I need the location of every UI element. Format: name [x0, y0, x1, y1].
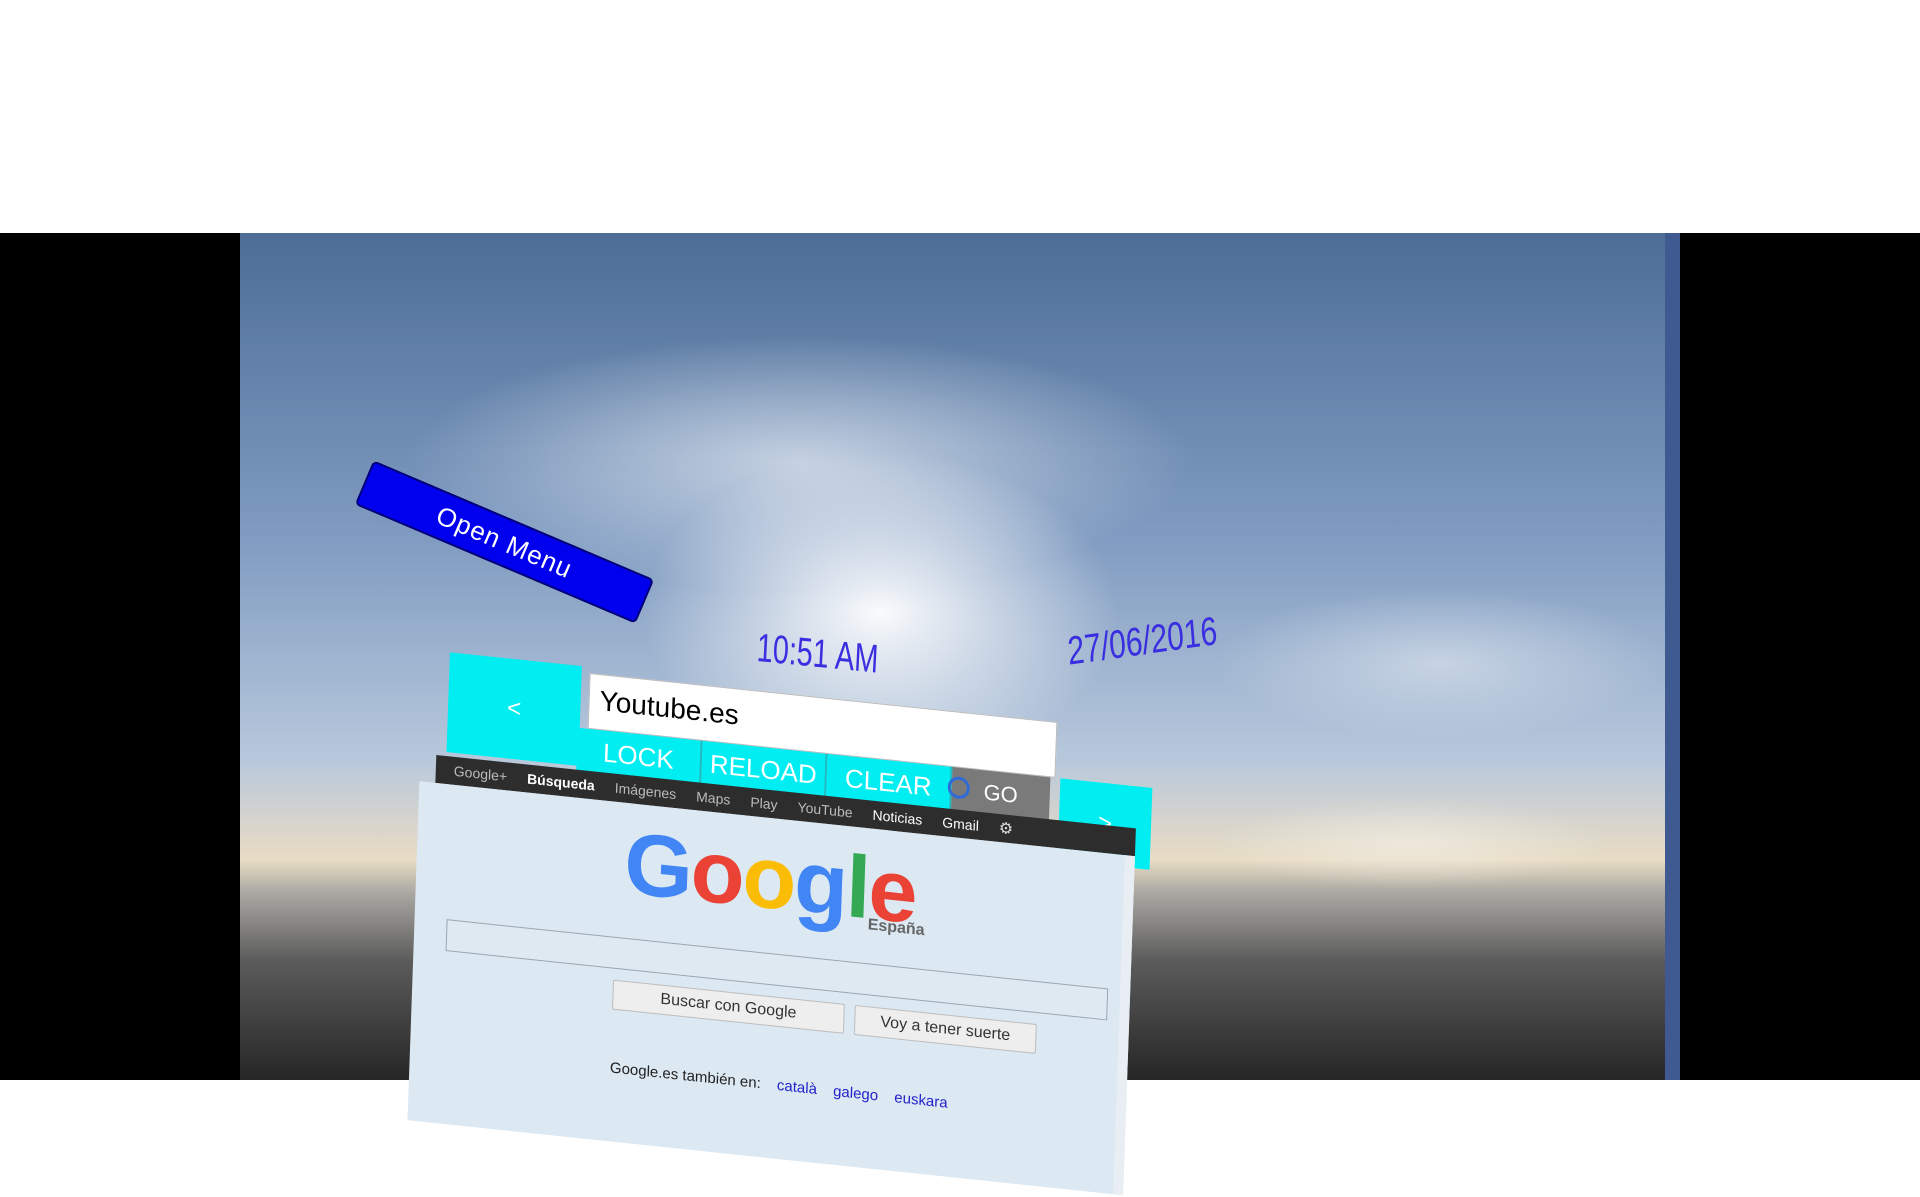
languages-line: Google.es también en: català galego eusk… — [610, 1059, 948, 1111]
gbar-item-images[interactable]: Imágenes — [614, 780, 676, 802]
gbar-item-gmail[interactable]: Gmail — [942, 814, 979, 834]
language-link-galician[interactable]: galego — [833, 1083, 879, 1105]
gbar-item-play[interactable]: Play — [750, 794, 778, 813]
gaze-cursor-icon — [947, 775, 971, 800]
gear-icon[interactable]: ⚙ — [998, 818, 1014, 839]
gbar-item-search[interactable]: Búsqueda — [527, 771, 595, 794]
gbar-item-youtube[interactable]: YouTube — [797, 799, 853, 821]
gbar-item-news[interactable]: Noticias — [872, 807, 922, 828]
language-link-basque[interactable]: euskara — [894, 1089, 948, 1112]
language-link-catalan[interactable]: català — [777, 1077, 818, 1098]
go-label: GO — [983, 779, 1019, 808]
top-margin — [0, 0, 1920, 233]
browser-panel: < Youtube.es > LOCK RELOAD CLEAR GO Goog… — [364, 645, 1160, 1196]
back-button[interactable]: < — [446, 652, 582, 766]
gbar-item-google-plus[interactable]: Google+ — [454, 763, 508, 785]
languages-prefix: Google.es también en: — [609, 1059, 762, 1093]
feeling-lucky-button[interactable]: Voy a tener suerte — [853, 1004, 1037, 1054]
gbar-item-maps[interactable]: Maps — [696, 788, 731, 808]
viewport-edge-strip — [1665, 233, 1680, 1080]
